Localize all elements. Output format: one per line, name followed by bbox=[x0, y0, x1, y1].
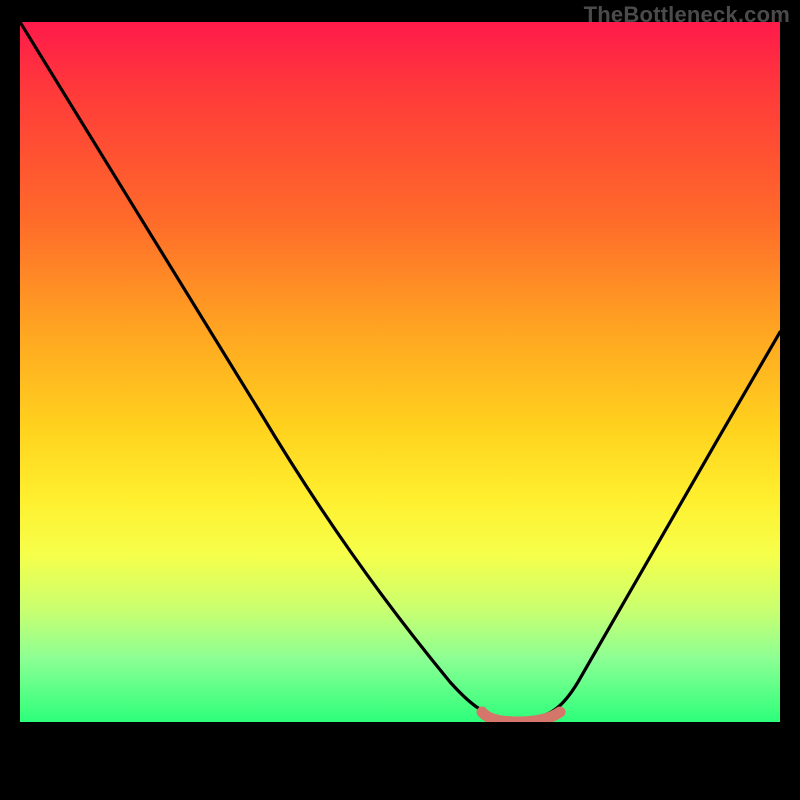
bottleneck-curve-path bbox=[20, 22, 780, 719]
watermark-text: TheBottleneck.com bbox=[584, 2, 790, 28]
x-axis-strip bbox=[20, 722, 780, 780]
sweet-spot-marker bbox=[482, 712, 560, 722]
chart-frame: TheBottleneck.com bbox=[0, 0, 800, 800]
curve-svg bbox=[20, 22, 780, 722]
plot-outer bbox=[20, 22, 780, 780]
